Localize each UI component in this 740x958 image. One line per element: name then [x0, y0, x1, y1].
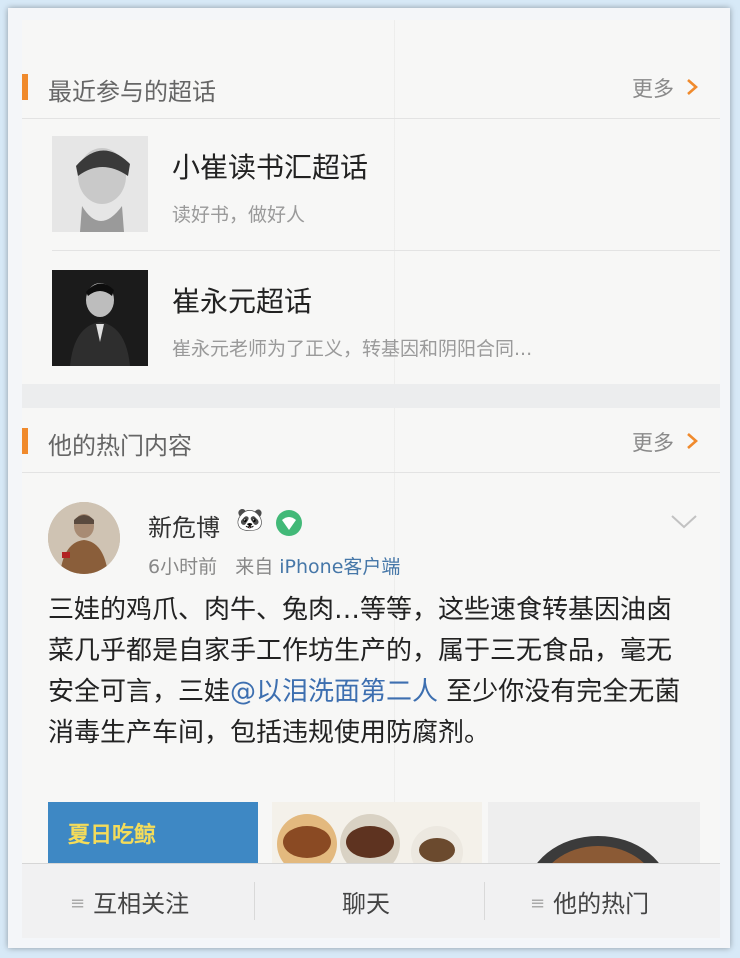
topic-desc: 崔永元老师为了正义，转基因和阴阳合同...: [172, 338, 533, 360]
divider: [52, 250, 720, 251]
topic-thumbnail: [52, 136, 148, 232]
divider: [484, 882, 485, 920]
post-meta: 6小时前 来自 iPhone客户端: [148, 552, 400, 579]
topic-item[interactable]: 崔永元超话 崔永元老师为了正义，转基因和阴阳合同...: [22, 252, 720, 384]
image-caption: 夏日吃鲸: [68, 822, 156, 848]
topic-desc: 读好书，做好人: [172, 204, 306, 226]
divider: [254, 882, 255, 920]
topics-section-header: 最近参与的超话 更多: [22, 56, 720, 119]
topic-thumbnail: [52, 270, 148, 366]
post-body: 三娃的鸡爪、肉牛、兔肉…等等，这些速食转基因油卤菜几乎都是自家手工作坊生产的，属…: [48, 590, 696, 754]
chevron-down-icon[interactable]: [670, 514, 698, 530]
panda-badge-icon: 🐼: [236, 508, 264, 533]
section-gap: [22, 384, 720, 408]
mutual-follow-button[interactable]: ≡ 互相关注: [70, 884, 189, 919]
accent-bar: [22, 428, 28, 454]
profile-page: 最近参与的超话 更多 小崔读书汇超话 读好书，做好人 崔永元超话 崔永元老师为了…: [22, 20, 720, 938]
more-link[interactable]: 更多: [632, 427, 674, 457]
button-label: 互相关注: [93, 890, 190, 918]
hot-section-header: 他的热门内容 更多: [22, 410, 720, 473]
vip-badge-icon: [276, 510, 302, 536]
avatar[interactable]: [48, 502, 120, 574]
post-time: 6小时前: [148, 556, 218, 578]
menu-lines-icon: ≡: [530, 893, 546, 914]
chevron-right-icon[interactable]: [682, 431, 702, 451]
topic-item[interactable]: 小崔读书汇超话 读好书，做好人: [22, 118, 720, 250]
section-title: 最近参与的超话: [48, 78, 216, 106]
post-author[interactable]: 新危博: [148, 508, 220, 543]
section-title: 他的热门内容: [48, 432, 192, 460]
bottom-action-bar: ≡ 互相关注 聊天 ≡ 他的热门: [22, 863, 720, 938]
post-source[interactable]: iPhone客户端: [279, 556, 400, 578]
menu-lines-icon: ≡: [70, 893, 86, 914]
button-label: 聊天: [342, 890, 390, 918]
post-from-label: 来自: [235, 556, 274, 578]
button-label: 他的热门: [553, 890, 650, 918]
mention-link[interactable]: @以泪洗面第二人: [230, 677, 438, 707]
chat-button[interactable]: 聊天: [342, 884, 390, 919]
more-link[interactable]: 更多: [632, 73, 674, 103]
topic-name: 崔永元超话: [172, 285, 313, 318]
his-hot-button[interactable]: ≡ 他的热门: [530, 884, 649, 919]
chevron-right-icon[interactable]: [682, 77, 702, 97]
accent-bar: [22, 74, 28, 100]
topic-name: 小崔读书汇超话: [172, 151, 369, 184]
